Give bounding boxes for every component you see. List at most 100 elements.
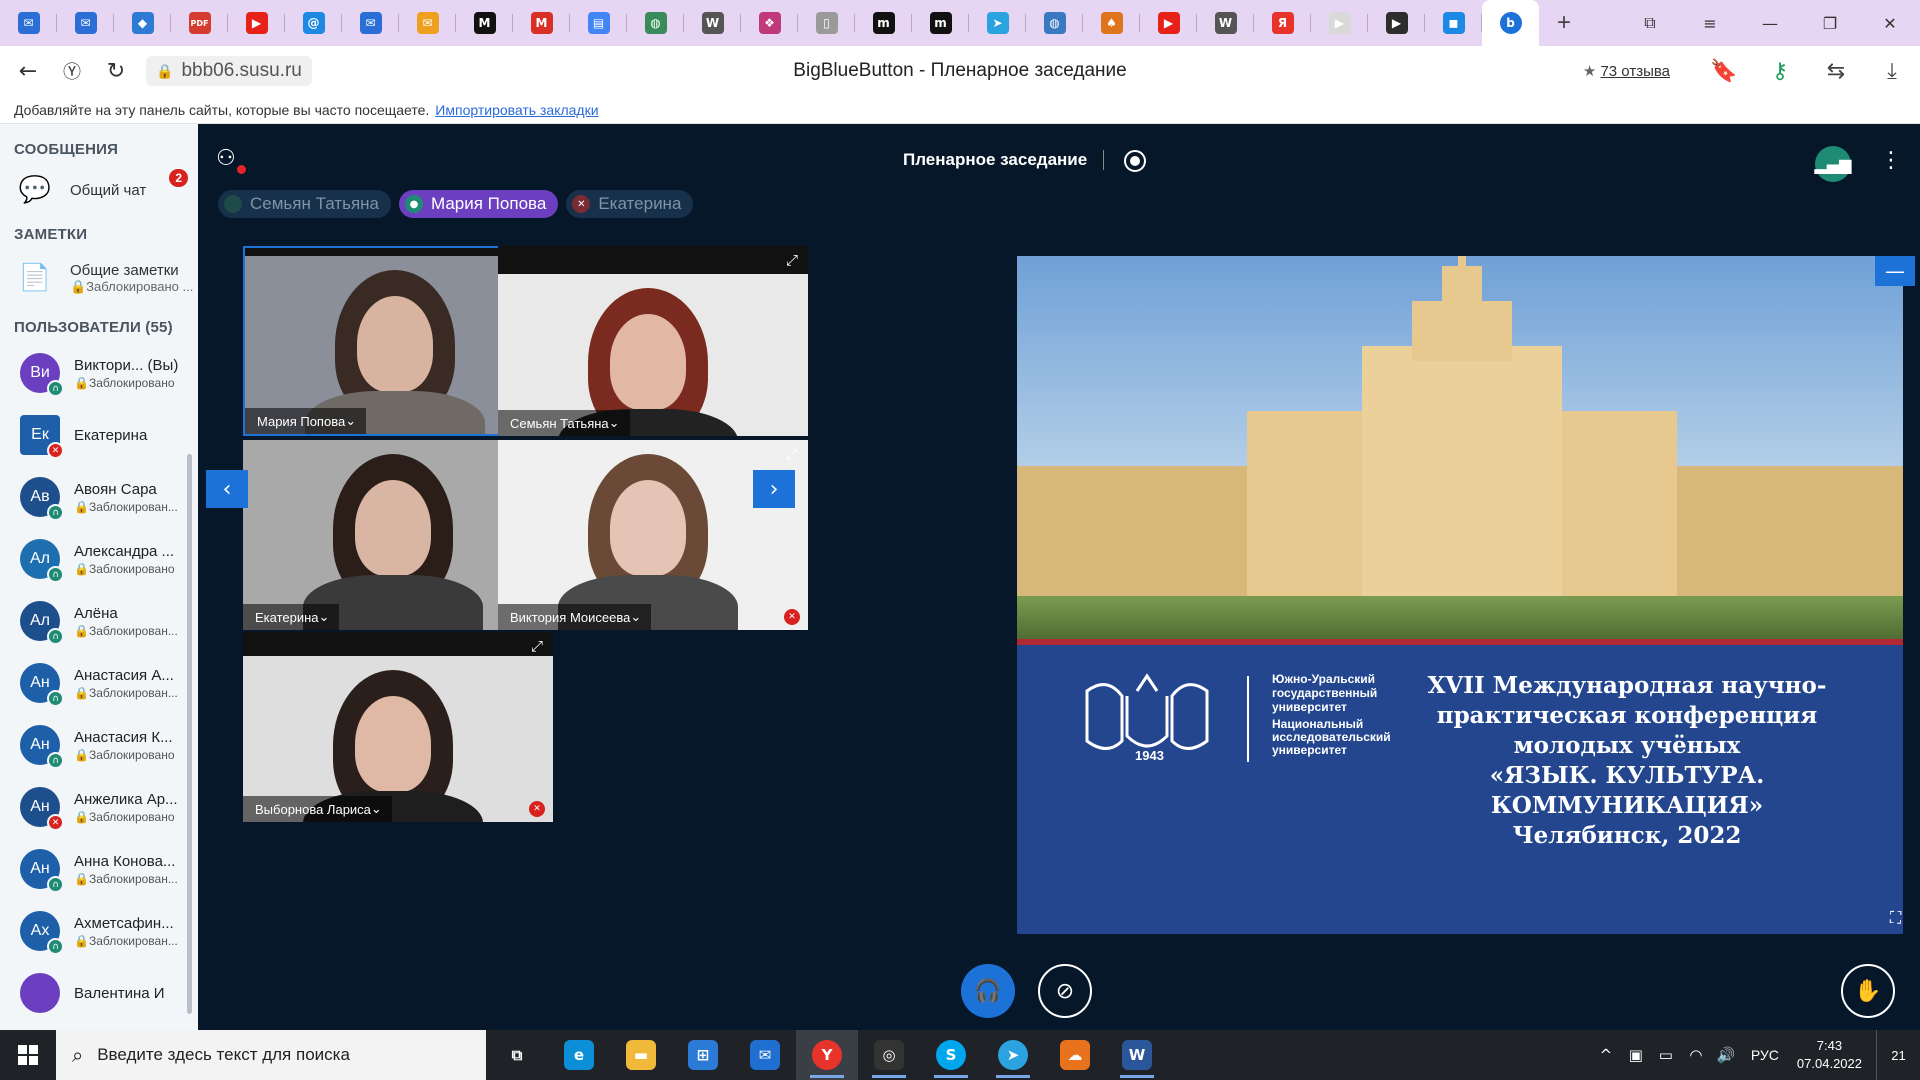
notifications-button[interactable]: 21 xyxy=(1876,1030,1920,1080)
video-tile[interactable]: ⤢ Семьян Татьяна ⌄ xyxy=(498,246,808,436)
browser-tab[interactable]: M xyxy=(513,0,570,46)
taskbar-app[interactable]: Y xyxy=(796,1030,858,1080)
video-user-dropdown[interactable]: Мария Попова ⌄ xyxy=(245,408,367,434)
browser-tab[interactable]: ◍ xyxy=(627,0,684,46)
taskbar-app[interactable]: ☁ xyxy=(1044,1030,1106,1080)
browser-tab[interactable]: ✉ xyxy=(399,0,456,46)
user-list-item[interactable]: Валентина И xyxy=(0,962,198,1024)
import-bookmarks-link[interactable]: Импортировать закладки xyxy=(435,102,598,118)
taskbar-app[interactable]: ⧉ xyxy=(486,1030,548,1080)
minimize-presentation-button[interactable]: — xyxy=(1875,256,1915,286)
browser-tab[interactable]: ♠ xyxy=(1083,0,1140,46)
taskbar-app[interactable]: e xyxy=(548,1030,610,1080)
user-list-item[interactable]: Ан ✕ Анжелика Ар... 🔒Заблокировано xyxy=(0,776,198,838)
chevron-up-icon[interactable]: ^ xyxy=(1591,1046,1621,1064)
user-list-item[interactable]: Ви ∩ Виктори... (Вы) 🔒Заблокировано xyxy=(0,342,198,404)
talking-indicator[interactable]: ● Мария Попова xyxy=(399,190,559,218)
menu-icon[interactable]: ≡ xyxy=(1680,0,1740,46)
video-user-dropdown[interactable]: Екатерина ⌄ xyxy=(243,604,340,630)
share-webcam-button[interactable]: ⊘ xyxy=(1038,964,1092,1018)
close-button[interactable]: ✕ xyxy=(1860,0,1920,46)
clock[interactable]: 7:43 07.04.2022 xyxy=(1797,1037,1862,1073)
expand-icon[interactable]: ⤢ xyxy=(527,636,547,656)
browser-tab[interactable]: ✉ xyxy=(342,0,399,46)
active-tab[interactable]: b xyxy=(1482,0,1539,46)
options-menu-icon[interactable]: ⋮ xyxy=(1880,148,1902,173)
browser-tab[interactable]: M xyxy=(456,0,513,46)
browser-tab[interactable]: ◼ xyxy=(1425,0,1482,46)
download-icon[interactable]: ⤓ xyxy=(1864,51,1920,91)
browser-tab[interactable]: PDF xyxy=(171,0,228,46)
user-list-item[interactable]: Ан ∩ Анастасия А... 🔒Заблокирован... xyxy=(0,652,198,714)
record-icon[interactable] xyxy=(1124,150,1146,172)
video-user-dropdown[interactable]: Семьян Татьяна ⌄ xyxy=(498,410,630,436)
next-page-button[interactable]: › xyxy=(753,470,795,508)
user-list-item[interactable]: Ек ✕ Екатерина xyxy=(0,404,198,466)
language-indicator[interactable]: РУС xyxy=(1751,1047,1779,1063)
taskbar-search[interactable]: ⌕ Введите здесь текст для поиска xyxy=(56,1030,486,1080)
talking-indicator[interactable]: Семьян Татьяна xyxy=(218,190,391,218)
toggle-userlist-button[interactable]: ⚇ xyxy=(216,146,246,176)
sidebar-scrollbar[interactable] xyxy=(187,454,192,1014)
reviews-link[interactable]: ★ 73 отзыва xyxy=(1583,62,1670,80)
user-list-item[interactable]: Ал ∩ Алёна 🔒Заблокирован... xyxy=(0,590,198,652)
yandex-icon[interactable]: Ⓨ xyxy=(50,51,94,91)
bookmark-icon[interactable]: 🔖 xyxy=(1696,51,1752,91)
taskbar-app[interactable]: ▬ xyxy=(610,1030,672,1080)
video-user-dropdown[interactable]: Виктория Моисеева ⌄ xyxy=(498,604,652,630)
browser-tab[interactable]: W xyxy=(684,0,741,46)
expand-icon[interactable]: ⤢ xyxy=(782,444,802,464)
device-icon[interactable]: ▣ xyxy=(1621,1046,1651,1064)
expand-icon[interactable]: ⤢ xyxy=(782,250,802,270)
reload-button[interactable]: ↻ xyxy=(94,51,138,91)
browser-tab[interactable]: m xyxy=(855,0,912,46)
browser-tab[interactable]: ▯ xyxy=(798,0,855,46)
video-tile[interactable]: ⤢ Выборнова Лариса ⌄ ✕ xyxy=(243,632,553,822)
prev-page-button[interactable]: ‹ xyxy=(206,470,248,508)
tabs-icon[interactable]: ⧉ xyxy=(1620,0,1680,46)
url-field[interactable]: 🔒 bbb06.susu.ru xyxy=(146,56,312,86)
taskbar-app[interactable]: ◎ xyxy=(858,1030,920,1080)
taskbar-app[interactable]: ✉ xyxy=(734,1030,796,1080)
taskbar-app[interactable]: S xyxy=(920,1030,982,1080)
browser-tab[interactable]: W xyxy=(1197,0,1254,46)
browser-tab[interactable]: ✉ xyxy=(0,0,57,46)
raise-hand-button[interactable]: ✋ xyxy=(1841,964,1895,1018)
back-button[interactable]: ← xyxy=(6,51,50,91)
volume-icon[interactable]: 🔊 xyxy=(1711,1046,1741,1064)
video-user-dropdown[interactable]: Выборнова Лариса ⌄ xyxy=(243,796,392,822)
translate-icon[interactable]: ⇆ xyxy=(1808,51,1864,91)
talking-indicator[interactable]: ✕ Екатерина xyxy=(566,190,694,218)
taskbar-app[interactable]: ➤ xyxy=(982,1030,1044,1080)
battery-icon[interactable]: ▭ xyxy=(1651,1046,1681,1064)
browser-tab[interactable]: ◆ xyxy=(114,0,171,46)
user-list-item[interactable]: Ах ∩ Ахметсафин... 🔒Заблокирован... xyxy=(0,900,198,962)
browser-tab[interactable]: ✉ xyxy=(57,0,114,46)
browser-tab[interactable]: ▤ xyxy=(570,0,627,46)
browser-tab[interactable]: ▶ xyxy=(228,0,285,46)
wifi-icon[interactable]: ◠ xyxy=(1681,1046,1711,1064)
browser-tab[interactable]: ▶ xyxy=(1140,0,1197,46)
taskbar-app[interactable]: W xyxy=(1106,1030,1168,1080)
user-list-item[interactable]: Ав ∩ Авоян Сара 🔒Заблокирован... xyxy=(0,466,198,528)
connection-status-icon[interactable]: ▂▄▆ xyxy=(1815,146,1851,182)
user-list-item[interactable]: Ал ∩ Александра ... 🔒Заблокировано xyxy=(0,528,198,590)
taskbar-app[interactable]: ⊞ xyxy=(672,1030,734,1080)
user-list-item[interactable]: Ан ∩ Анастасия К... 🔒Заблокировано xyxy=(0,714,198,776)
browser-tab[interactable]: ➤ xyxy=(969,0,1026,46)
browser-tab[interactable]: ▶ xyxy=(1368,0,1425,46)
video-tile[interactable]: ⤢ Виктория Моисеева ⌄ ✕ xyxy=(498,440,808,630)
audio-button[interactable]: 🎧 xyxy=(961,964,1015,1018)
browser-tab[interactable]: Я xyxy=(1254,0,1311,46)
browser-tab[interactable]: @ xyxy=(285,0,342,46)
shared-notes-item[interactable]: 📄 Общие заметки 🔒Заблокировано ... xyxy=(0,247,198,309)
browser-tab[interactable]: ❖ xyxy=(741,0,798,46)
new-tab-button[interactable]: + xyxy=(1547,6,1581,40)
key-icon[interactable]: ⚷ xyxy=(1752,51,1808,91)
minimize-button[interactable]: — xyxy=(1740,0,1800,46)
public-chat-item[interactable]: 💬 Общий чат 2 xyxy=(0,162,198,218)
browser-tab[interactable]: m xyxy=(912,0,969,46)
start-button[interactable] xyxy=(0,1030,56,1080)
browser-tab[interactable]: ◍ xyxy=(1026,0,1083,46)
fullscreen-icon[interactable]: ⛶ xyxy=(1890,908,1901,928)
